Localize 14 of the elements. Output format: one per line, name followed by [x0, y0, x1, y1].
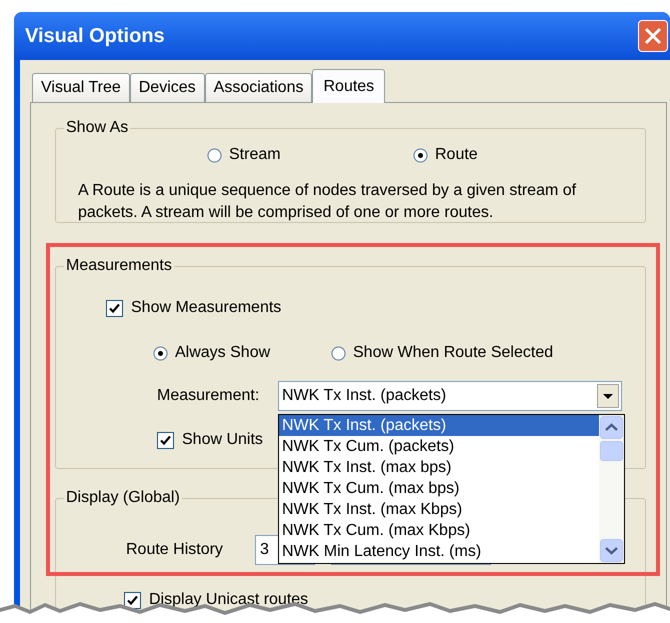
radio-label: Stream: [229, 145, 281, 165]
group-title: Show As: [65, 118, 130, 138]
checkbox-label: Show Units: [182, 430, 263, 450]
radio-label: Always Show: [175, 343, 270, 363]
field-label: Route History: [126, 540, 224, 560]
group-title: Measurements: [65, 256, 173, 276]
checkbox-label: Show Measurements: [131, 298, 282, 318]
field-label: Measurement:: [157, 386, 260, 406]
group-title: Display (Global): [65, 488, 181, 508]
description-text: A Route is a unique sequence of nodes traversed by a given stream of packets. A stream will be comprised of one or more routes.: [77, 181, 578, 223]
radio-label: Route: [435, 145, 478, 165]
window-title: Visual Options: [25, 24, 165, 49]
radio-label: Show When Route Selected: [353, 343, 554, 363]
checkbox-label: Display Unicast routes: [149, 590, 308, 610]
